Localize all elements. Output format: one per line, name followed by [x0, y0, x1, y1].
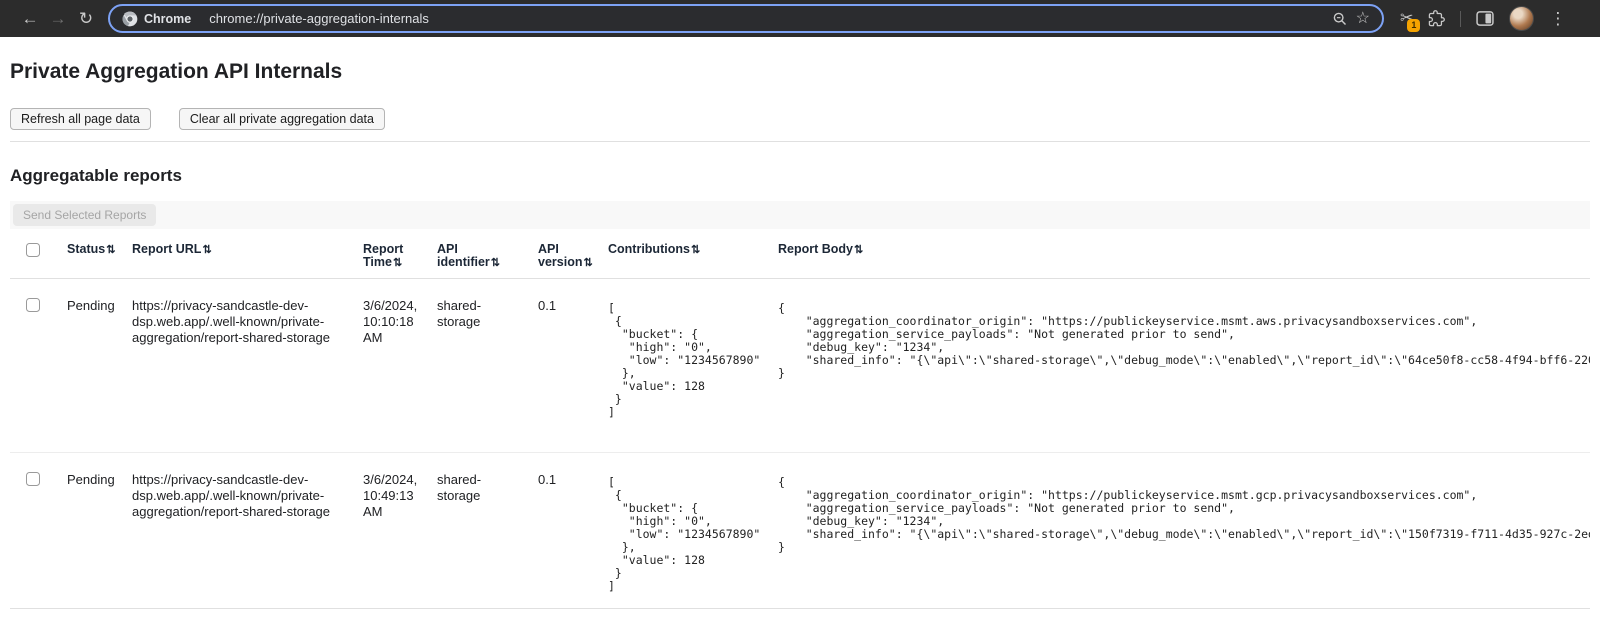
- select-all-checkbox[interactable]: [26, 243, 40, 257]
- column-header-api-identifier[interactable]: API identifier⇅: [437, 229, 538, 279]
- contributions-cell: [ { "bucket": { "high": "0", "low": "123…: [608, 453, 778, 609]
- report-body-cell: { "aggregation_coordinator_origin": "htt…: [778, 453, 1590, 609]
- browser-toolbar: ← → ↻ Chrome chrome://private-aggregatio…: [0, 0, 1600, 37]
- api-identifier-cell: shared-storage: [437, 453, 538, 609]
- address-bar[interactable]: Chrome chrome://private-aggregation-inte…: [108, 4, 1384, 33]
- table-header-row: Status⇅ Report URL⇅ Report Time⇅ API ide…: [10, 229, 1590, 279]
- clear-all-button[interactable]: Clear all private aggregation data: [179, 108, 385, 130]
- bookmark-star-icon[interactable]: ☆: [1356, 11, 1370, 27]
- api-identifier-cell: shared-storage: [437, 279, 538, 453]
- table-row: Pending https://privacy-sandcastle-dev-d…: [10, 279, 1590, 453]
- report-time-cell: 3/6/2024, 10:49:13 AM: [363, 453, 437, 609]
- sort-icon: ⇅: [491, 257, 500, 269]
- report-body-cell: { "aggregation_coordinator_origin": "htt…: [778, 279, 1590, 453]
- sort-icon: ⇅: [583, 257, 592, 269]
- report-url-cell: https://privacy-sandcastle-dev-dsp.web.a…: [132, 279, 363, 453]
- kebab-menu-icon[interactable]: ⋮: [1549, 10, 1566, 28]
- sort-icon: ⇅: [393, 257, 402, 269]
- divider: [10, 141, 1590, 142]
- url-text[interactable]: chrome://private-aggregation-internals: [209, 11, 429, 26]
- sort-icon: ⇅: [691, 244, 700, 256]
- contributions-cell: [ { "bucket": { "high": "0", "low": "123…: [608, 279, 778, 453]
- column-header-api-version[interactable]: API version⇅: [538, 229, 608, 279]
- chrome-logo-icon: [122, 11, 138, 27]
- send-selected-reports-button[interactable]: Send Selected Reports: [13, 204, 156, 226]
- contributions-json: [ { "bucket": { "high": "0", "low": "123…: [608, 476, 760, 593]
- column-header-status[interactable]: Status⇅: [67, 229, 132, 279]
- api-version-cell: 0.1: [538, 453, 608, 609]
- section-heading: Aggregatable reports: [10, 166, 1590, 186]
- reports-action-bar: Send Selected Reports: [10, 201, 1590, 229]
- report-url-cell: https://privacy-sandcastle-dev-dsp.web.a…: [132, 453, 363, 609]
- site-chip: Chrome: [122, 11, 191, 27]
- sort-icon: ⇅: [854, 244, 863, 256]
- status-cell: Pending: [67, 453, 132, 609]
- extension-badge: 1: [1407, 19, 1420, 32]
- site-chip-label: Chrome: [144, 12, 191, 26]
- screenshot-extension-icon[interactable]: ✂ 1: [1400, 10, 1413, 28]
- api-version-cell: 0.1: [538, 279, 608, 453]
- report-time-cell: 3/6/2024, 10:10:18 AM: [363, 279, 437, 453]
- toolbar-separator: [1460, 11, 1461, 27]
- contributions-json: [ { "bucket": { "high": "0", "low": "123…: [608, 302, 760, 419]
- sort-icon: ⇅: [202, 244, 211, 256]
- row-checkbox[interactable]: [26, 298, 40, 312]
- profile-avatar[interactable]: [1509, 6, 1534, 31]
- table-row: Pending https://privacy-sandcastle-dev-d…: [10, 453, 1590, 609]
- report-body-json: { "aggregation_coordinator_origin": "htt…: [778, 476, 1572, 554]
- extensions-puzzle-icon[interactable]: [1428, 10, 1445, 27]
- reload-button[interactable]: ↻: [72, 5, 100, 33]
- column-header-report-time[interactable]: Report Time⇅: [363, 229, 437, 279]
- row-select-cell: [10, 279, 67, 453]
- aggregatable-reports-table: Status⇅ Report URL⇅ Report Time⇅ API ide…: [10, 229, 1590, 609]
- column-header-report-url[interactable]: Report URL⇅: [132, 229, 363, 279]
- row-checkbox[interactable]: [26, 472, 40, 486]
- sort-icon: ⇅: [106, 244, 115, 256]
- side-panel-icon[interactable]: [1476, 11, 1494, 26]
- row-select-cell: [10, 453, 67, 609]
- page-title: Private Aggregation API Internals: [10, 58, 1590, 85]
- status-cell: Pending: [67, 279, 132, 453]
- column-header-contributions[interactable]: Contributions⇅: [608, 229, 778, 279]
- refresh-all-button[interactable]: Refresh all page data: [10, 108, 151, 130]
- forward-button: →: [44, 5, 72, 33]
- select-all-cell: [10, 229, 67, 279]
- column-header-report-body[interactable]: Report Body⇅: [778, 229, 1590, 279]
- zoom-icon[interactable]: [1332, 11, 1348, 27]
- back-button[interactable]: ←: [16, 5, 44, 33]
- report-body-json: { "aggregation_coordinator_origin": "htt…: [778, 302, 1572, 380]
